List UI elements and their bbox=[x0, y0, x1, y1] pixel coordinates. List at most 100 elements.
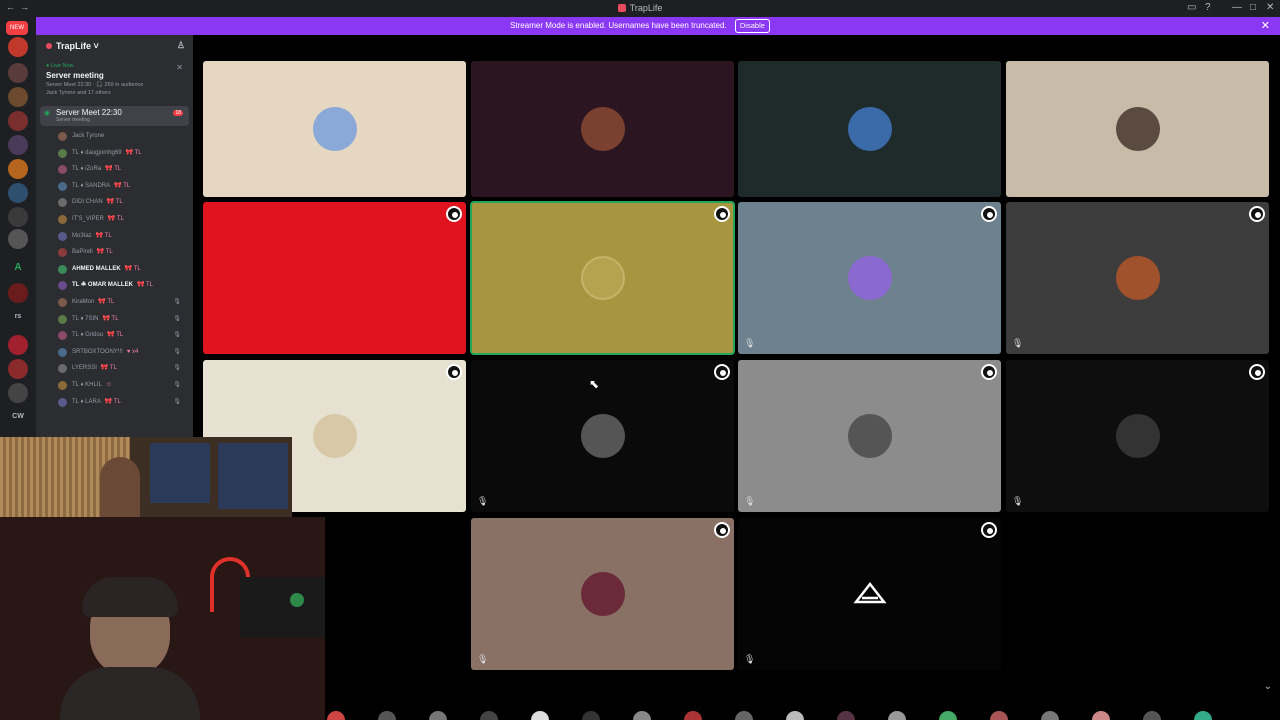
member-row[interactable]: LYERSSI 🎀 TL 🎙 bbox=[36, 360, 193, 377]
audience-avatar[interactable] bbox=[633, 711, 651, 720]
avatar bbox=[58, 347, 67, 357]
audience-avatar[interactable] bbox=[1143, 711, 1161, 720]
participant-tile[interactable] bbox=[1006, 61, 1269, 197]
participant-tile[interactable]: 🎙 bbox=[738, 518, 1001, 670]
avatar bbox=[58, 165, 67, 175]
audience-avatar[interactable] bbox=[837, 711, 855, 720]
participant-tile[interactable]: 🎙 bbox=[738, 202, 1001, 354]
audience-avatar[interactable] bbox=[378, 711, 396, 720]
audience-avatar[interactable] bbox=[939, 711, 957, 720]
server-icon[interactable] bbox=[8, 335, 28, 355]
server-letter-icon[interactable]: rs bbox=[8, 313, 28, 320]
audience-avatar[interactable] bbox=[786, 711, 804, 720]
more-options-icon[interactable] bbox=[714, 522, 730, 538]
audience-avatar[interactable] bbox=[990, 711, 1008, 720]
close-window-button[interactable]: ✕ bbox=[1266, 2, 1274, 13]
participant-tile[interactable] bbox=[203, 202, 466, 354]
audience-avatar[interactable] bbox=[888, 711, 906, 720]
audience-avatar[interactable] bbox=[531, 711, 549, 720]
streamer-person bbox=[100, 457, 140, 517]
audience-avatar[interactable] bbox=[327, 711, 345, 720]
member-row[interactable]: TL ♦ daugjomhg69 🎀 TL bbox=[36, 145, 193, 162]
member-row[interactable]: SRTBOXTOONY!!! ♥ x4 🎙 bbox=[36, 344, 193, 361]
member-row[interactable]: TL ☘ OMAR MALLEK 🎀 TL bbox=[36, 277, 193, 294]
server-icon[interactable] bbox=[8, 229, 28, 249]
member-row[interactable]: KiraMon 🎀 TL 🎙 bbox=[36, 294, 193, 311]
participant-tile[interactable] bbox=[203, 61, 466, 197]
member-row[interactable]: TL ♦ Gridou 🎀 TL 🎙 bbox=[36, 327, 193, 344]
member-row[interactable]: TL ♦ 7SIN 🎀 TL 🎙 bbox=[36, 311, 193, 328]
server-icon[interactable] bbox=[8, 159, 28, 179]
member-row[interactable]: TL ♦ LARA 🎀 TL 🎙 bbox=[36, 394, 193, 411]
member-tag: 🎀 TL bbox=[107, 215, 124, 222]
audience-avatar[interactable] bbox=[735, 711, 753, 720]
participant-tile[interactable]: 🎙 bbox=[471, 518, 734, 670]
minimize-button[interactable]: — bbox=[1232, 2, 1242, 13]
help-icon[interactable]: ? bbox=[1205, 2, 1211, 13]
more-options-icon[interactable] bbox=[1249, 364, 1265, 380]
more-options-icon[interactable] bbox=[714, 206, 730, 222]
audience-avatar[interactable] bbox=[684, 711, 702, 720]
live-stage-card[interactable]: ● Live Now Server meeting Server Meet 22… bbox=[42, 61, 187, 98]
more-options-icon[interactable] bbox=[981, 206, 997, 222]
participant-tile[interactable] bbox=[471, 61, 734, 197]
participant-tile[interactable] bbox=[738, 61, 1001, 197]
server-icon[interactable] bbox=[8, 359, 28, 379]
more-options-icon[interactable] bbox=[446, 206, 462, 222]
more-options-icon[interactable] bbox=[1249, 206, 1265, 222]
add-member-icon[interactable]: ♙ bbox=[177, 40, 185, 51]
more-options-icon[interactable] bbox=[446, 364, 462, 380]
participant-tile[interactable]: 🎙 bbox=[1006, 360, 1269, 512]
server-icon[interactable] bbox=[8, 383, 28, 403]
server-icon[interactable] bbox=[8, 87, 28, 107]
member-row[interactable]: DIDI CHAN 🎀 TL bbox=[36, 194, 193, 211]
member-row[interactable]: Mo3taz 🎀 TL bbox=[36, 228, 193, 245]
server-header[interactable]: TrapLife ˅ ♙ bbox=[36, 35, 193, 59]
member-row[interactable]: TL ♦ SANDRA 🎀 TL bbox=[36, 178, 193, 195]
server-icon[interactable] bbox=[8, 207, 28, 227]
audience-avatar[interactable] bbox=[582, 711, 600, 720]
disable-streamer-mode-button[interactable]: Disable bbox=[734, 19, 770, 33]
maximize-button[interactable]: □ bbox=[1250, 2, 1256, 13]
member-row[interactable]: IT'S_VIPER 🎀 TL bbox=[36, 211, 193, 228]
member-row[interactable]: BaPindi 🎀 TL bbox=[36, 244, 193, 261]
chevron-down-icon[interactable]: ⌄ bbox=[1264, 681, 1272, 692]
participant-tile[interactable]: 🎙 bbox=[1006, 202, 1269, 354]
member-tag: 🎀 TL bbox=[106, 199, 123, 206]
audience-avatar[interactable] bbox=[1041, 711, 1059, 720]
audience-avatar[interactable] bbox=[480, 711, 498, 720]
server-icon[interactable] bbox=[8, 283, 28, 303]
avatar bbox=[580, 572, 625, 616]
participant-tile-speaking[interactable] bbox=[470, 201, 735, 355]
member-row[interactable]: AHMED MALLEK 🎀 TL bbox=[36, 261, 193, 278]
stage-channel-active[interactable]: ◉ Server Meet 22:30 Server meeting 18 bbox=[40, 106, 189, 126]
more-options-icon[interactable] bbox=[981, 522, 997, 538]
audience-avatar[interactable] bbox=[429, 711, 447, 720]
stage-grid: 🎙 🎙 🎙 🎙 🎙 🎙 🎙 bbox=[193, 35, 1280, 720]
banner-close-icon[interactable]: ✕ bbox=[1261, 17, 1270, 35]
inbox-icon[interactable]: ▭ bbox=[1187, 2, 1196, 13]
member-tag: ♥ x4 bbox=[126, 348, 139, 355]
server-icon[interactable] bbox=[8, 183, 28, 203]
server-icon[interactable] bbox=[8, 37, 28, 57]
more-options-icon[interactable] bbox=[981, 364, 997, 380]
server-letter-icon[interactable]: A bbox=[8, 262, 28, 273]
server-icon[interactable] bbox=[8, 135, 28, 155]
avatar bbox=[847, 256, 892, 300]
audience-avatar[interactable] bbox=[1194, 711, 1212, 720]
member-row[interactable]: TL ♦ iZoRa 🎀 TL bbox=[36, 161, 193, 178]
streamer-mode-banner: Streamer Mode is enabled. Usernames have… bbox=[0, 17, 1280, 35]
more-options-icon[interactable] bbox=[714, 364, 730, 380]
participant-tile[interactable]: 🎙 bbox=[738, 360, 1001, 512]
member-row[interactable]: Jack Tyrone bbox=[36, 128, 193, 145]
member-row[interactable]: TL ♦ KHLIL ☺ 🎙 bbox=[36, 377, 193, 394]
audience-avatar[interactable] bbox=[1092, 711, 1110, 720]
server-icon[interactable] bbox=[8, 63, 28, 83]
server-letter-icon[interactable]: CW bbox=[8, 413, 28, 420]
avatar bbox=[58, 148, 67, 158]
server-icon[interactable] bbox=[8, 111, 28, 131]
participant-tile[interactable]: 🎙 bbox=[471, 360, 734, 512]
avatar bbox=[58, 314, 67, 324]
member-tag: ☺ bbox=[105, 381, 112, 388]
close-icon[interactable]: ✕ bbox=[176, 63, 183, 72]
